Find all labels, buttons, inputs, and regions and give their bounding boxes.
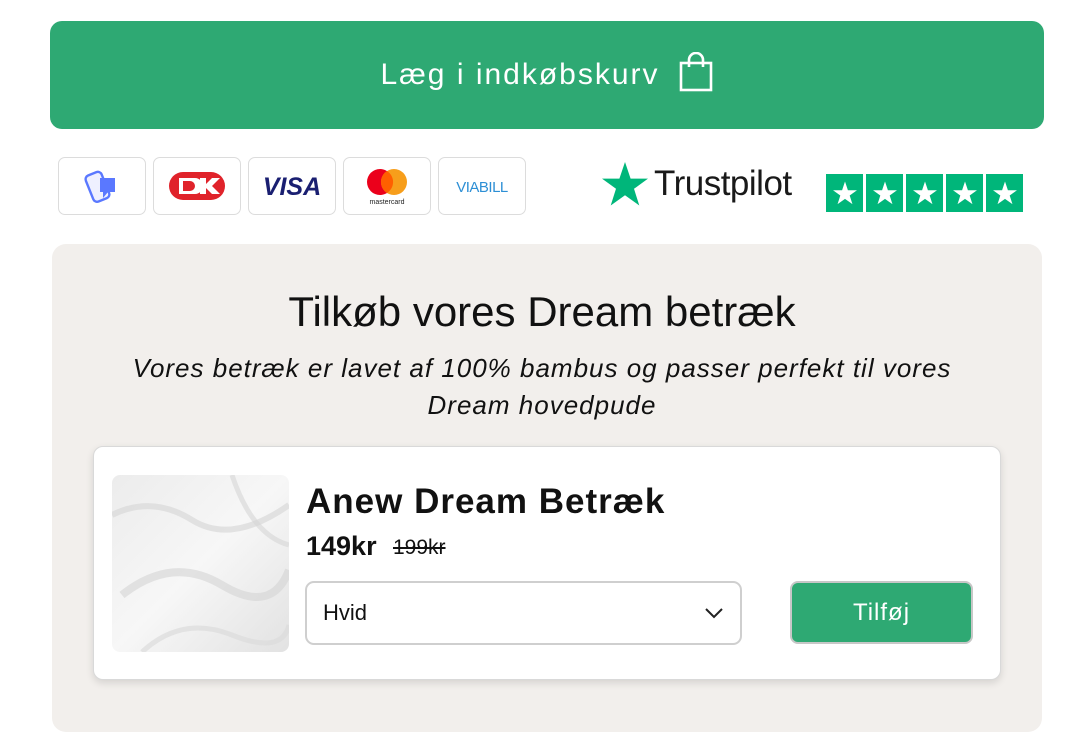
product-old-price: 199kr [393,536,446,559]
svg-text:VIABILL: VIABILL [456,179,508,196]
chevron-down-icon [704,607,724,619]
trustpilot-star-icon [600,160,650,208]
product-name: Anew Dream Betræk [306,482,666,521]
svg-text:VISA: VISA [263,173,321,199]
rating-star-icon [866,174,903,212]
upsell-title: Tilkøb vores Dream betræk [288,288,796,335]
variant-select[interactable]: Hvid [305,581,742,645]
rating-star-icon [946,174,983,212]
trustpilot-label: Trustpilot [654,164,792,203]
mobilepay-logo [58,157,146,215]
product-price: 149kr [306,531,377,561]
visa-logo: VISA [248,157,336,215]
payment-methods: VISA mastercard VIABILL [58,157,526,215]
dankort-logo [153,157,241,215]
shopping-bag-icon [678,52,714,92]
rating-star-icon [986,174,1023,212]
mastercard-logo: mastercard [343,157,431,215]
svg-text:mastercard: mastercard [369,199,404,206]
variant-value: Hvid [323,600,368,625]
add-upsell-button[interactable]: Tilføj [790,581,973,644]
viabill-logo: VIABILL [438,157,526,215]
rating-star-icon [906,174,943,212]
trustpilot-logo: Trustpilot [600,160,792,208]
rating-star-icon [826,174,863,212]
add-to-cart-button[interactable]: Læg i indkøbskurv [50,21,1044,129]
trustpilot-rating [826,174,1023,212]
upsell-subtitle: Vores betræk er lavet af 100% bambus og … [132,353,952,420]
product-image [112,475,289,652]
add-to-cart-label: Læg i indkøbskurv [380,58,660,91]
